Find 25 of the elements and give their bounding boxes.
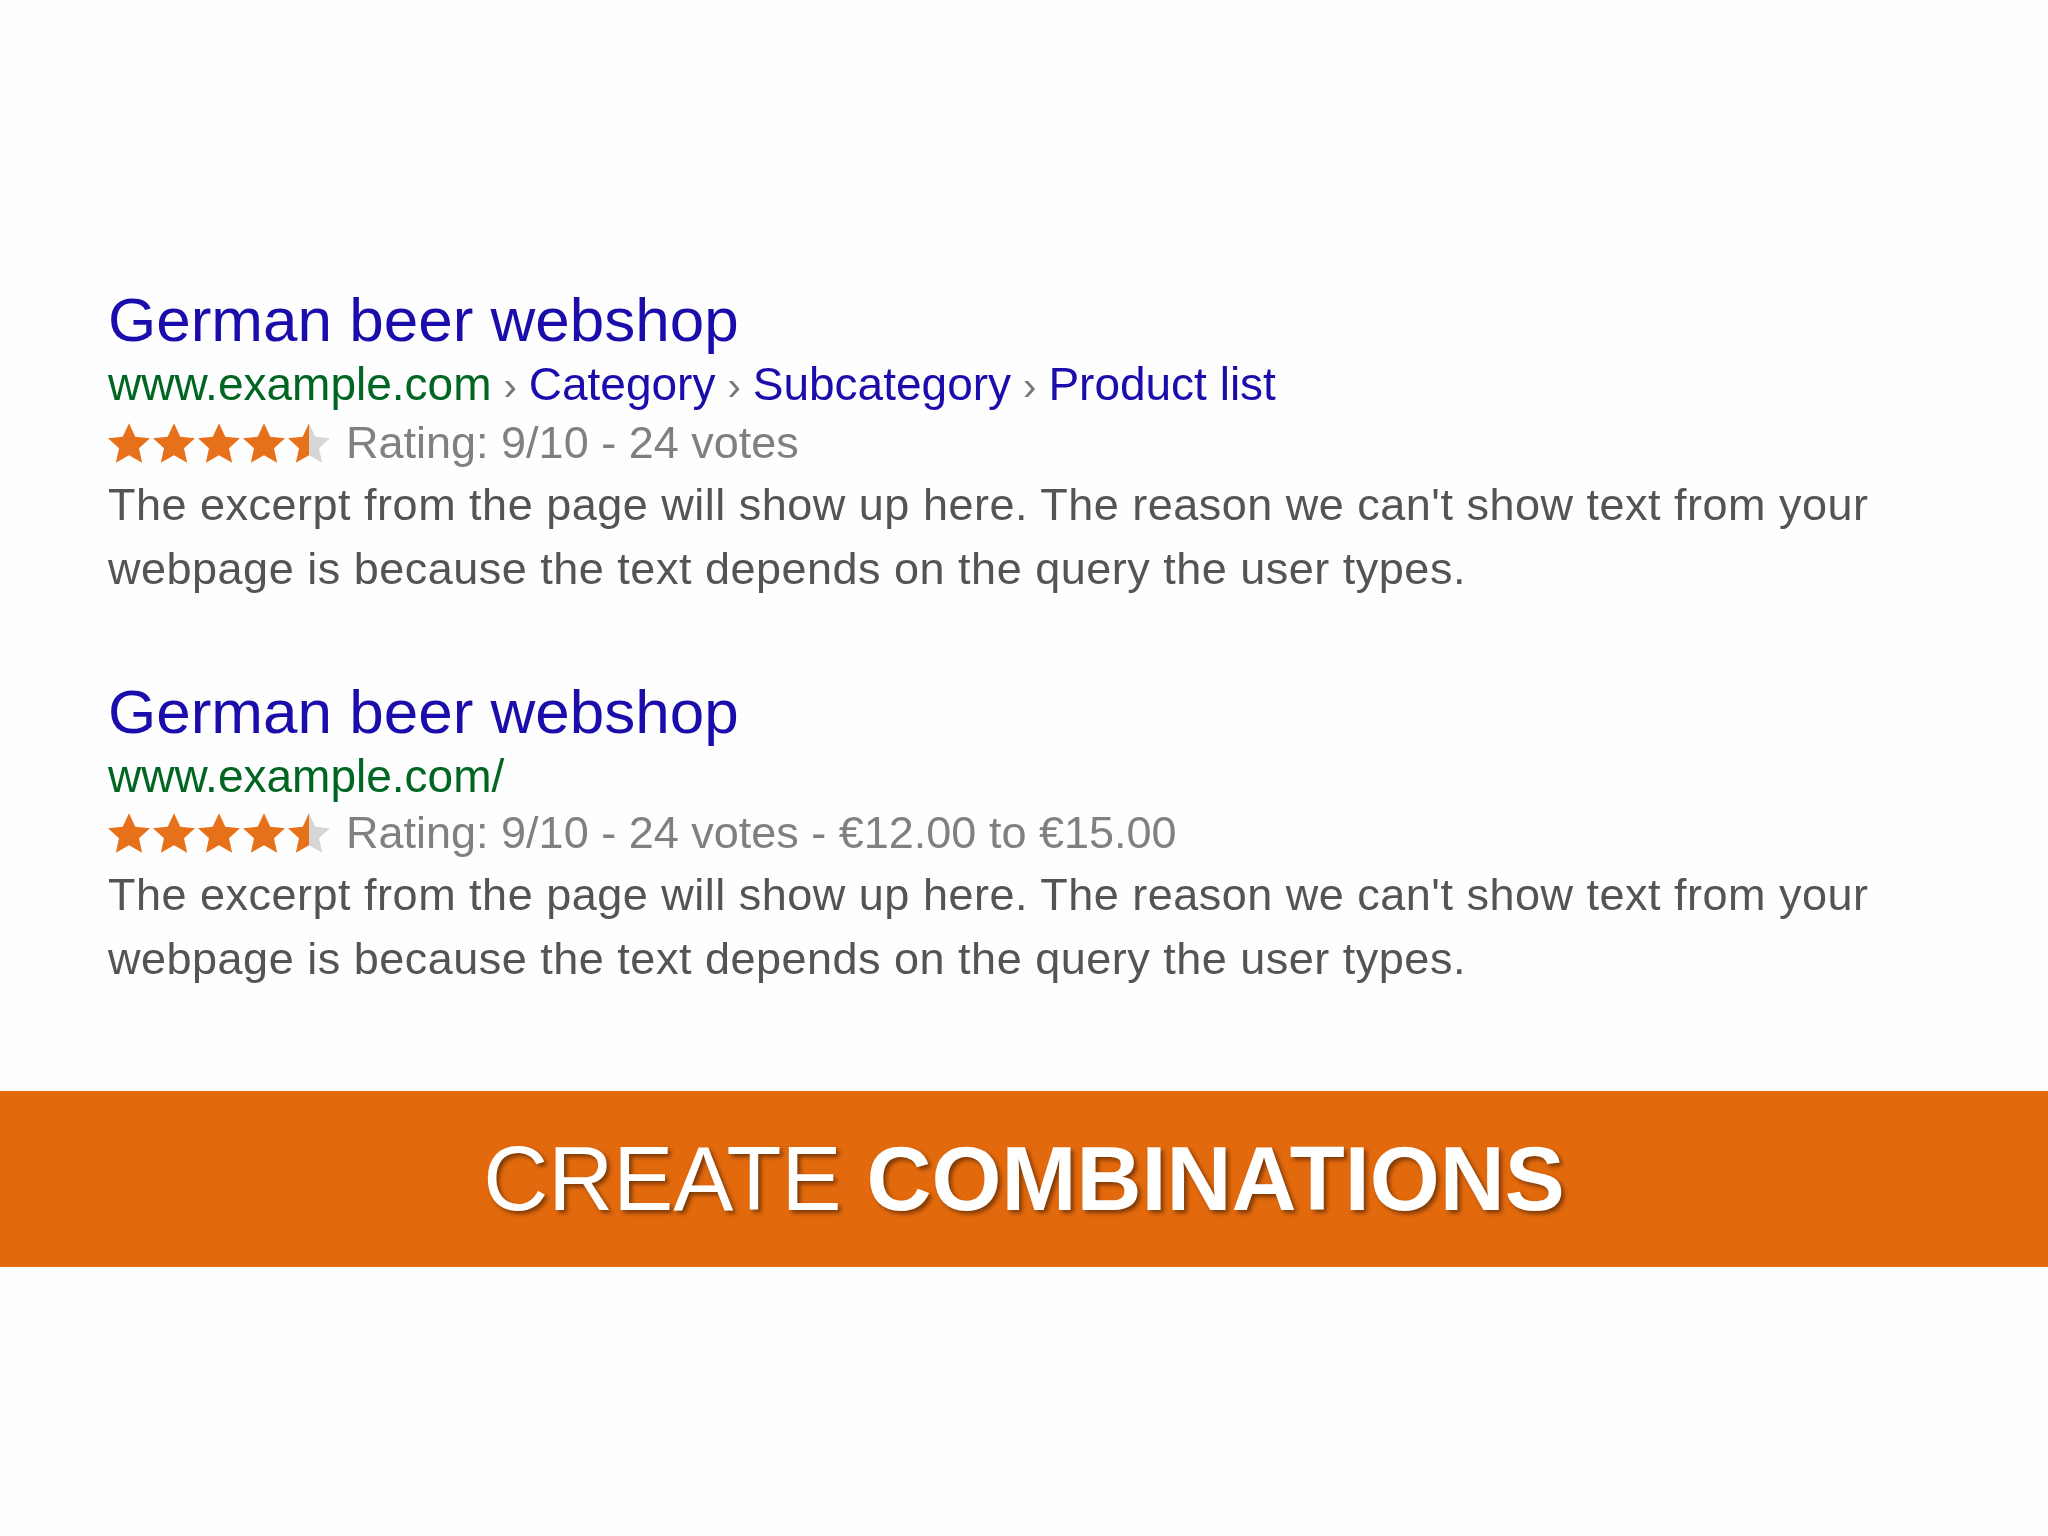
star-icon (153, 813, 195, 853)
url-text: www.example.com/ (108, 749, 505, 804)
star-icon (153, 423, 195, 463)
star-icon (108, 423, 150, 463)
star-icon (288, 813, 330, 853)
star-icon (108, 813, 150, 853)
star-icon (288, 423, 330, 463)
breadcrumb-link[interactable]: Subcategory (752, 355, 1012, 413)
breadcrumb-separator: › (1023, 363, 1037, 410)
snippet-text: The excerpt from the page will show up here. The reason we can't show text from your webpage is because the text depends on the query the user types. (108, 868, 1870, 986)
url-text: www.example.com (108, 357, 492, 412)
breadcrumb-separator: › (727, 363, 741, 410)
star-icon (198, 813, 240, 853)
star-icon (243, 423, 285, 463)
rating-text: Rating: 9/10 - 24 votes - €12.00 to €15.00 (346, 806, 1177, 860)
result-title-link[interactable]: German beer webshop (108, 677, 739, 747)
star-icon (243, 813, 285, 853)
breadcrumb-link[interactable]: Product list (1048, 355, 1276, 413)
snippet-text: The excerpt from the page will show up here. The reason we can't show text from your webpage is because the text depends on the query the user types. (108, 478, 1870, 596)
breadcrumb-separator: › (503, 363, 517, 410)
result-title-link[interactable]: German beer webshop (108, 285, 739, 355)
breadcrumb-link[interactable]: Category (528, 355, 716, 413)
star-icon (198, 423, 240, 463)
banner-heading: CREATE COMBINATIONS (483, 1129, 1565, 1229)
rating-text: Rating: 9/10 - 24 votes (346, 416, 799, 470)
